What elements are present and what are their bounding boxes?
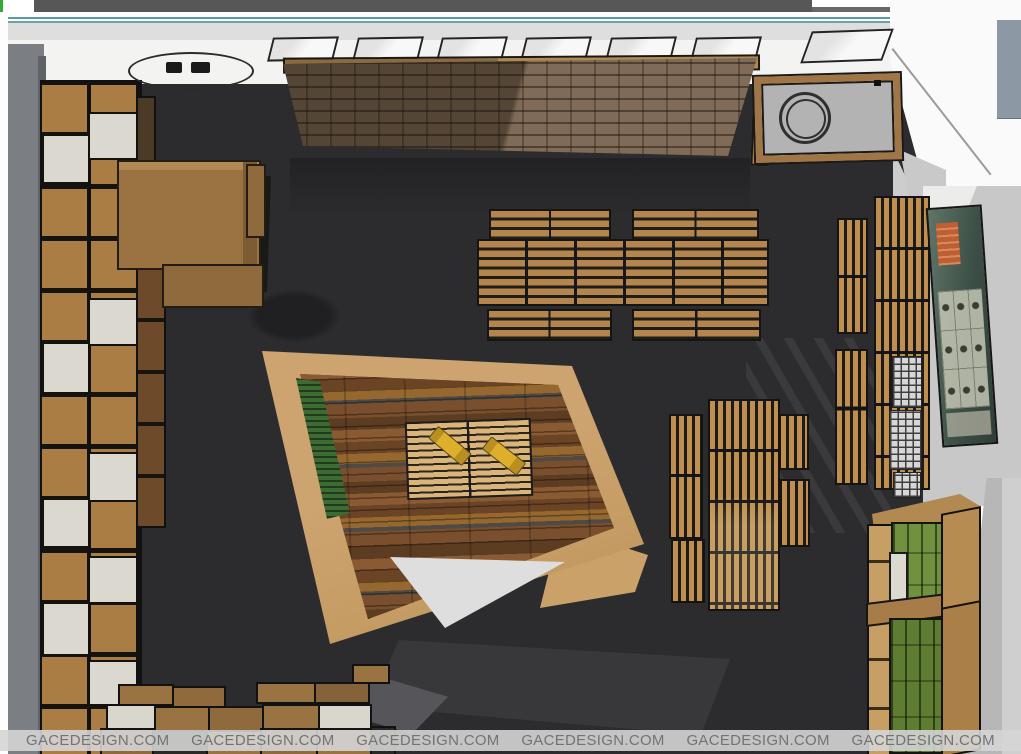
canopy-lattice [282,56,762,160]
low-shelf-box [172,686,226,708]
shelf-white-cell [88,452,138,502]
left-white-strip [0,12,8,754]
slat-bench [632,209,759,242]
low-shelf-box [118,684,174,706]
logo-glyph-right [191,62,210,73]
watermark-text: GACEDESIGN.COM [521,732,664,749]
wire-basket-icon [889,410,922,470]
vslat-table-large [708,399,780,611]
shelf-white-cell [88,298,138,346]
watermark-band: GACEDESIGN.COM GACEDESIGN.COM GACEDESIGN… [0,730,1021,751]
skylight-panel-right [800,29,894,64]
shelf-white-cell [42,602,90,656]
wall-rack [835,349,868,485]
wall-teal-line-1 [6,17,904,19]
shelf-white-cell [42,342,90,394]
reception-desk-wing [246,164,266,238]
shelf-white-cell [88,556,138,604]
low-shelf-box [352,664,390,684]
top-dark-strip [34,0,812,12]
slat-table-large [477,239,769,306]
wall-rack [837,218,868,334]
ac-corner-dot [874,80,881,86]
low-shelf-box [318,704,372,730]
watermark-text: GACEDESIGN.COM [26,732,169,749]
reception-desk [117,160,261,270]
vslat-bench [780,479,810,547]
shelf-white-cell [42,134,90,184]
vslat-bench [779,414,809,470]
low-shelf-box [256,682,316,704]
poster-bottom-band [946,410,992,437]
shelf-white-cell [88,112,138,160]
low-shelf-box [208,706,264,732]
watermark-text: GACEDESIGN.COM [686,732,829,749]
poster-image-grid [938,289,990,410]
reception-desk-return [162,264,264,308]
topright-blue-band [997,20,1021,119]
slat-bench [489,209,611,242]
watermark-text: GACEDESIGN.COM [852,732,995,749]
bottomright-light-floor-edge [1002,478,1021,754]
poster-orange-block [936,222,961,265]
wall-rack-large [874,196,930,490]
slat-bench [487,309,612,341]
logo-glyph-left [166,62,182,73]
low-shelf-box [262,704,320,730]
vslat-bench [669,475,703,539]
wire-basket-icon [893,472,921,498]
slat-bench [632,309,761,341]
vslat-bench [671,539,705,603]
wire-basket-icon [892,356,922,408]
low-shelf-box [314,682,370,704]
cabinet-right-panel-upper [941,506,981,610]
watermark-text: GACEDESIGN.COM [191,732,334,749]
vslat-bench [669,414,703,476]
low-shelf-box [106,704,156,730]
shelf-white-cell [42,498,90,548]
render-canvas: GACEDESIGN.COM GACEDESIGN.COM GACEDESIGN… [0,0,1021,754]
low-shelf-box [154,706,210,732]
watermark-text: GACEDESIGN.COM [356,732,499,749]
